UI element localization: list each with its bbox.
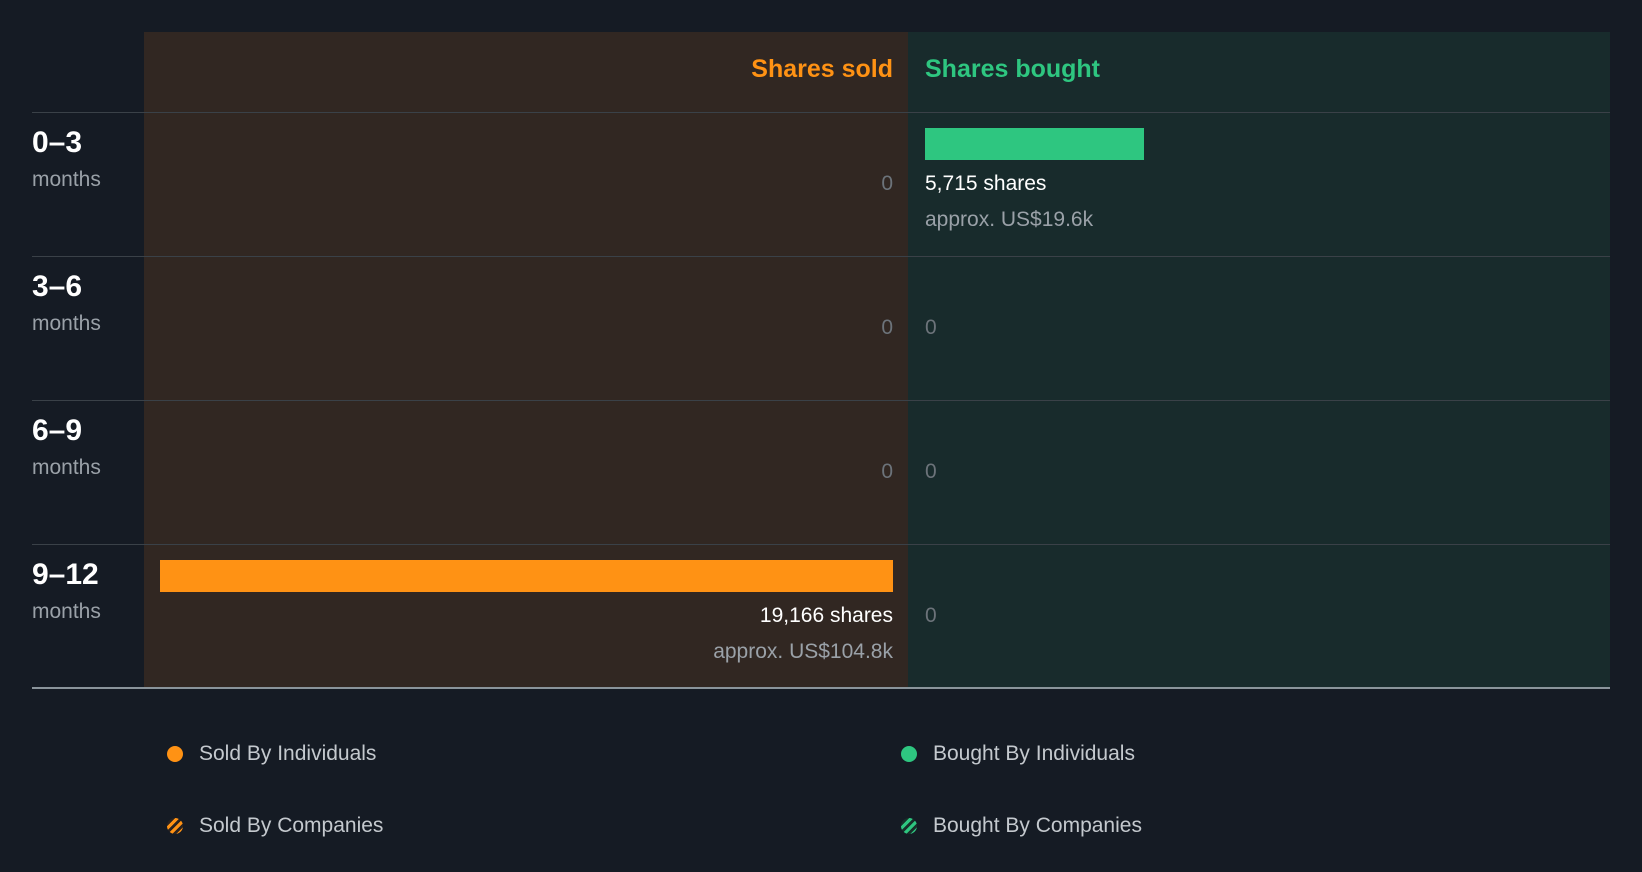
sold-bar: [160, 560, 893, 592]
header-divider: [32, 112, 1610, 113]
legend-dot-icon: [167, 746, 183, 762]
row-label: 6–9 months: [32, 414, 101, 480]
bought-zero-label: 0: [925, 604, 937, 627]
shares-sold-header: Shares sold: [751, 55, 893, 83]
row-range: 9–12: [32, 558, 99, 591]
row-divider: [32, 256, 1610, 257]
legend-dot-icon: [901, 746, 917, 762]
shares-bought-header: Shares bought: [925, 55, 1101, 83]
legend-label: Sold By Individuals: [199, 742, 377, 765]
legend-hatched-dot-icon: [901, 818, 917, 834]
row-label: 3–6 months: [32, 270, 101, 336]
legend-label: Bought By Companies: [933, 814, 1142, 837]
row-label: 9–12 months: [32, 558, 101, 624]
bought-zero-label: 0: [925, 460, 937, 483]
insider-trading-chart: Shares sold Shares bought 0–3 months 0 5,71…: [0, 0, 1642, 872]
row-range: 3–6: [32, 270, 83, 303]
row-range: 6–9: [32, 414, 83, 447]
sold-value-label: approx. US$104.8k: [713, 640, 893, 663]
bought-zero-label: 0: [925, 316, 937, 339]
row-label: 0–3 months: [32, 126, 101, 192]
row-divider: [32, 400, 1610, 401]
bought-value-label: approx. US$19.6k: [925, 208, 1094, 231]
sold-zero-label: 0: [881, 316, 893, 339]
legend-item: Sold By Individuals: [167, 742, 376, 766]
row-unit: months: [32, 168, 101, 191]
legend-item: Sold By Companies: [167, 814, 383, 838]
bought-bar: [925, 128, 1144, 160]
row-unit: months: [32, 312, 101, 335]
legend-item: Bought By Individuals: [901, 742, 1135, 766]
row-unit: months: [32, 456, 101, 479]
sold-shares-label: 19,166 shares: [759, 604, 893, 627]
axis-baseline: [32, 687, 1610, 689]
row-range: 0–3: [32, 126, 83, 159]
legend-label: Sold By Companies: [199, 814, 384, 837]
legend-hatched-dot-icon: [167, 818, 183, 834]
row-unit: months: [32, 600, 101, 623]
legend-item: Bought By Companies: [901, 814, 1142, 838]
bought-shares-label: 5,715 shares: [925, 172, 1047, 195]
sold-zero-label: 0: [881, 172, 893, 195]
sold-zero-label: 0: [881, 460, 893, 483]
legend-label: Bought By Individuals: [933, 742, 1135, 765]
row-divider: [32, 544, 1610, 545]
